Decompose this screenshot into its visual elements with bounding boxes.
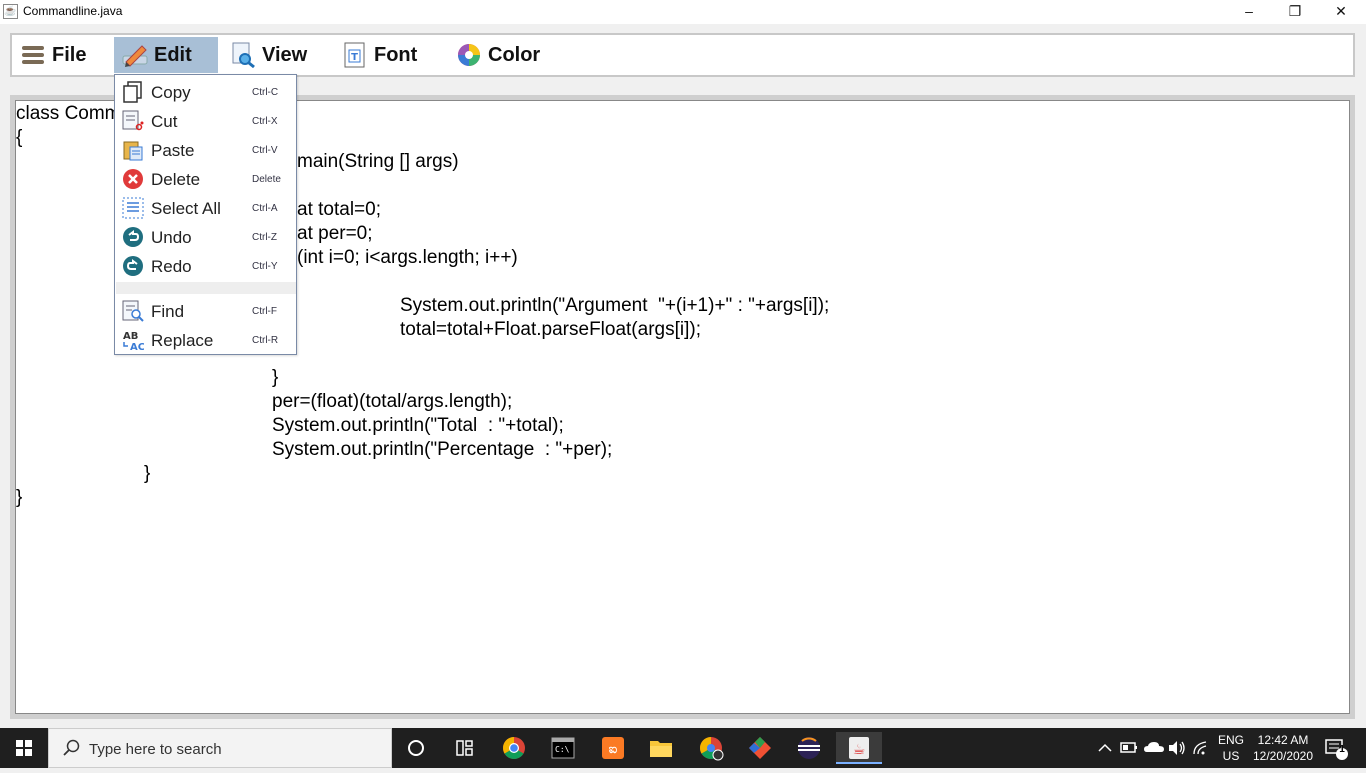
wifi-icon[interactable] xyxy=(1190,732,1214,764)
svg-text:ಐ: ಐ xyxy=(609,742,618,757)
chrome-icon[interactable] xyxy=(494,732,534,764)
terminal-icon[interactable]: C:\ xyxy=(543,732,583,764)
code-line: } xyxy=(144,463,151,484)
search-icon xyxy=(63,739,81,757)
battery-icon[interactable] xyxy=(1118,732,1140,764)
java-app-icon: ☕ xyxy=(3,4,18,19)
color-wheel-icon xyxy=(456,42,482,68)
menu-font[interactable]: T Font xyxy=(334,37,438,73)
svg-text:C:\: C:\ xyxy=(555,745,570,754)
code-line: { xyxy=(16,127,23,148)
magnifier-doc-icon xyxy=(230,42,256,69)
menu-color[interactable]: Color xyxy=(448,37,558,73)
menu-item-paste[interactable]: Paste Ctrl-V xyxy=(116,136,296,165)
code-line: (int i=0; i<args.length; i++) xyxy=(297,247,518,268)
edit-menu-dropdown: Copy Ctrl-C Cut Ctrl-X Paste Ctrl-V Dele… xyxy=(114,74,297,355)
svg-text:☕: ☕ xyxy=(853,742,866,758)
title-bar: ☕ Commandline.java – ❐ ✕ xyxy=(0,0,1366,24)
java-taskbar-icon[interactable]: ☕ xyxy=(836,732,882,764)
redo-icon xyxy=(122,255,144,277)
window-title: Commandline.java xyxy=(23,4,123,18)
file-explorer-icon[interactable] xyxy=(641,732,681,764)
notification-count-badge: 1 xyxy=(1339,744,1345,755)
search-placeholder: Type here to search xyxy=(89,741,222,758)
menu-item-redo[interactable]: Redo Ctrl-Y xyxy=(116,252,296,281)
code-line: System.out.println("Percentage : "+per); xyxy=(272,439,613,460)
code-line: at total=0; xyxy=(297,199,381,220)
svg-text:T: T xyxy=(351,52,358,63)
menu-edit-label: Edit xyxy=(154,43,192,66)
region-indicator: US xyxy=(1222,749,1240,763)
paste-icon xyxy=(122,139,144,161)
taskbar-search-box[interactable]: Type here to search xyxy=(48,728,392,768)
xampp-icon[interactable]: ಐ xyxy=(593,732,633,764)
menu-item-select-all[interactable]: Select All Ctrl-A xyxy=(116,194,296,223)
menu-view[interactable]: View xyxy=(222,37,326,73)
code-line: class Comm xyxy=(16,103,121,124)
clock-time[interactable]: 12:42 AM xyxy=(1248,733,1318,747)
clock-date: 12/20/2020 xyxy=(1252,749,1314,763)
cut-icon xyxy=(122,110,144,132)
cortana-icon[interactable] xyxy=(396,732,436,764)
code-line: per=(float)(total/args.length); xyxy=(272,391,513,412)
restore-button[interactable]: ❐ xyxy=(1272,0,1318,24)
code-line: total=total+Float.parseFloat(args[i]); xyxy=(400,319,701,340)
minimize-button[interactable]: – xyxy=(1226,0,1272,24)
font-doc-icon: T xyxy=(342,42,368,68)
taskbar: Type here to search C:\ ಐ ☕ ENG US 12:42… xyxy=(0,728,1366,768)
menu-view-label: View xyxy=(262,43,308,66)
windows-logo-icon xyxy=(16,740,32,756)
pencil-icon xyxy=(122,42,148,68)
menu-bar: File Edit View T Font Color xyxy=(10,33,1355,77)
delete-icon xyxy=(122,168,144,190)
svg-text:AC: AC xyxy=(130,342,144,351)
git-icon[interactable] xyxy=(740,732,780,764)
svg-text:AB: AB xyxy=(123,331,138,342)
code-line: main(String [] args) xyxy=(297,151,459,172)
language-indicator[interactable]: ENG xyxy=(1214,733,1248,747)
menu-item-cut[interactable]: Cut Ctrl-X xyxy=(116,107,296,136)
find-icon xyxy=(122,300,144,322)
task-view-icon[interactable] xyxy=(444,732,484,764)
undo-icon xyxy=(122,226,144,248)
windows-start-button[interactable] xyxy=(0,728,48,768)
menu-item-find[interactable]: Find Ctrl-F xyxy=(116,297,296,326)
menu-color-label: Color xyxy=(488,43,541,66)
onedrive-cloud-icon[interactable] xyxy=(1142,732,1166,764)
chrome-profile-icon[interactable] xyxy=(691,732,731,764)
replace-icon: AB AC xyxy=(122,329,145,353)
copy-icon xyxy=(122,81,144,103)
close-button[interactable]: ✕ xyxy=(1318,0,1364,24)
eclipse-icon[interactable] xyxy=(789,732,829,764)
chevron-up-icon[interactable] xyxy=(1094,732,1116,764)
code-line: at per=0; xyxy=(297,223,373,244)
menu-item-undo[interactable]: Undo Ctrl-Z xyxy=(116,223,296,252)
menu-item-delete[interactable]: Delete Delete xyxy=(116,165,296,194)
menu-item-replace[interactable]: AB AC Replace Ctrl-R xyxy=(116,326,296,355)
menu-font-label: Font xyxy=(374,43,418,66)
menu-item-copy[interactable]: Copy Ctrl-C xyxy=(116,78,296,107)
code-line: System.out.println("Argument "+(i+1)+" :… xyxy=(400,295,830,316)
code-line: } xyxy=(16,487,23,508)
volume-icon[interactable] xyxy=(1166,732,1188,764)
hamburger-icon xyxy=(20,42,46,68)
menu-file[interactable]: File xyxy=(12,37,112,73)
code-line: } xyxy=(272,367,279,388)
menu-edit[interactable]: Edit xyxy=(114,37,218,73)
code-line: System.out.println("Total : "+total); xyxy=(272,415,564,436)
menu-separator xyxy=(116,282,296,294)
select-all-icon xyxy=(122,197,144,219)
menu-file-label: File xyxy=(52,43,87,66)
